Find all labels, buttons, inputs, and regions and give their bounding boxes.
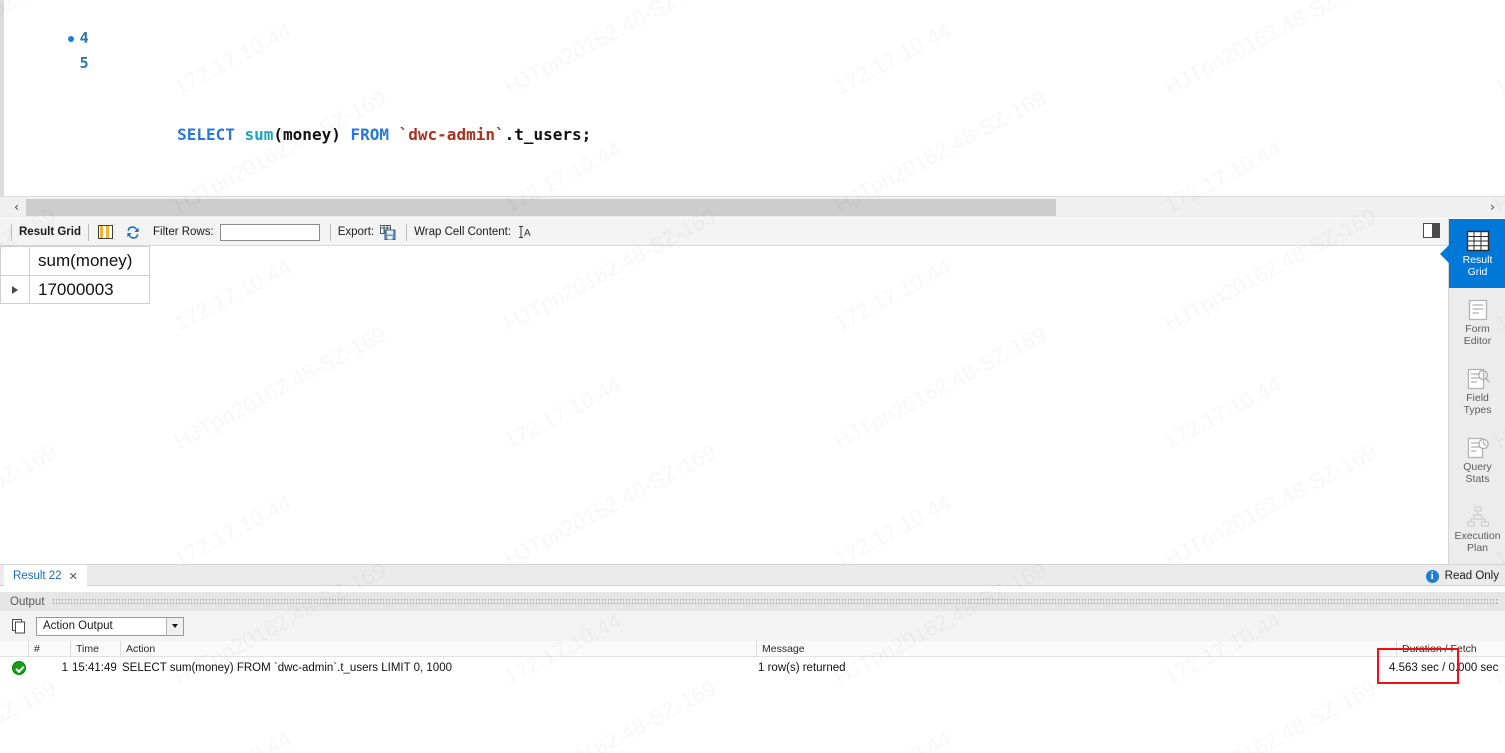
sql-token-table: .t_users;	[504, 125, 592, 144]
column-header-message[interactable]: Message	[756, 641, 1396, 657]
sidebar-item-label: Result Grid	[1462, 254, 1493, 278]
field-types-icon	[1465, 367, 1491, 391]
toolbar-divider	[406, 223, 408, 241]
line-number-4: 4	[79, 29, 89, 47]
row-selector[interactable]	[0, 275, 30, 304]
select-all-corner[interactable]	[0, 246, 30, 276]
export-label: Export:	[337, 226, 375, 238]
sql-statement: SELECT sum(money) FROM `dwc-admin`.t_use…	[100, 99, 591, 171]
output-panel-title: Output	[0, 595, 52, 608]
column-header-action[interactable]: Action	[120, 641, 756, 657]
column-header-duration[interactable]: Duration / Fetch	[1396, 641, 1505, 657]
refresh-icon[interactable]	[125, 225, 141, 240]
wrap-cell-content-label: Wrap Cell Content:	[414, 226, 512, 238]
column-header-time[interactable]: Time	[70, 641, 120, 657]
sidebar-item-label: Execution Plan	[1454, 530, 1501, 554]
filter-rows-label: Filter Rows:	[152, 226, 214, 238]
tab-label: Result 22	[13, 570, 62, 582]
execution-plan-icon	[1465, 505, 1491, 529]
result-grid-table: sum(money) 17000003	[0, 246, 150, 304]
table-row[interactable]: 1 15:41:49 SELECT sum(money) FROM `dwc-a…	[0, 657, 1505, 679]
sql-token-select: SELECT	[177, 125, 235, 144]
current-row-indicator-icon	[12, 285, 18, 294]
grid-view-icon[interactable]	[97, 225, 113, 239]
copy-icon[interactable]	[12, 618, 27, 634]
chevron-down-icon[interactable]	[166, 617, 183, 635]
cell-number: 1	[61, 662, 68, 674]
close-icon[interactable]: ✕	[69, 570, 78, 583]
result-grid-title: Result Grid	[19, 226, 81, 238]
column-header-number[interactable]: #	[28, 641, 70, 657]
svg-text:A: A	[524, 228, 531, 239]
status-badge: Read Only	[1444, 570, 1499, 582]
read-only-status: i Read Only	[1425, 565, 1499, 587]
tab-result-22[interactable]: Result 22 ✕	[4, 565, 87, 587]
action-output-header-row: # Time Action Message Duration / Fetch	[0, 641, 1505, 657]
result-tab-bar: Result 22 ✕ i Read Only	[0, 564, 1505, 587]
action-output-grid[interactable]: # Time Action Message Duration / Fetch 1…	[0, 641, 1505, 753]
output-panel-header: Output	[0, 592, 1505, 611]
output-toolbar: Action Output	[0, 611, 1505, 641]
toggle-side-panel-icon[interactable]	[1423, 223, 1440, 238]
output-header-divider	[51, 598, 1499, 605]
scrollbar-thumb[interactable]	[26, 199, 1056, 216]
sidebar-item-field-types[interactable]: Field Types	[1449, 357, 1505, 426]
cell-duration: 4.563 sec / 0.000 sec	[1389, 662, 1499, 674]
statement-marker-icon	[68, 36, 74, 42]
output-type-select[interactable]: Action Output	[36, 616, 184, 636]
line-number-5: 5	[79, 54, 89, 72]
sql-token-space2	[389, 125, 399, 144]
cell-message: 1 row(s) returned	[758, 662, 846, 674]
sidebar-item-label: Field Types	[1463, 392, 1492, 416]
cell-time: 15:41:49	[72, 662, 117, 674]
wrap-cell-icon[interactable]: A	[518, 225, 531, 239]
sql-token-sum: sum	[244, 125, 274, 144]
result-grid-header-row: sum(money)	[0, 246, 150, 276]
export-icon[interactable]	[380, 224, 396, 240]
cell-action: SELECT sum(money) FROM `dwc-admin`.t_use…	[122, 662, 452, 674]
output-type-value: Action Output	[43, 620, 113, 632]
scroll-right-arrow-icon[interactable]: ›	[1484, 197, 1501, 218]
info-icon: i	[1425, 569, 1439, 583]
sql-token-schema: `dwc-admin`	[398, 125, 505, 144]
table-row[interactable]: 17000003	[0, 275, 150, 304]
result-grid[interactable]: sum(money) 17000003	[0, 246, 1448, 564]
sidebar-item-execution-plan[interactable]: Execution Plan	[1449, 495, 1505, 564]
cell-sum-money[interactable]: 17000003	[29, 275, 150, 304]
result-view-tabs: Result Grid Form Editor Field Types Quer…	[1440, 219, 1505, 564]
result-grid-toolbar: Result Grid Filter Rows: Export: Wrap Ce…	[0, 219, 1448, 246]
sidebar-item-label: Query Stats	[1463, 461, 1492, 485]
sidebar-item-form-editor[interactable]: Form Editor	[1449, 288, 1505, 357]
query-stats-icon	[1465, 436, 1491, 460]
sql-token-args: (money)	[273, 125, 351, 144]
result-grid-empty-space	[0, 549, 1448, 564]
scroll-left-arrow-icon[interactable]: ‹	[8, 197, 25, 218]
sql-token-space1	[235, 125, 245, 144]
sql-editor[interactable]: 4 5 SELECT sum(money) FROM `dwc-admin`.t…	[0, 0, 1505, 196]
column-header-sum-money[interactable]: sum(money)	[29, 246, 150, 276]
filter-rows-input[interactable]	[219, 223, 320, 241]
toolbar-divider	[11, 223, 12, 241]
result-grid-icon	[1465, 229, 1491, 253]
sidebar-item-label: Form Editor	[1463, 323, 1492, 347]
success-check-icon	[12, 661, 26, 675]
sidebar-item-query-stats[interactable]: Query Stats	[1449, 426, 1505, 495]
sql-token-from: FROM	[350, 125, 389, 144]
editor-horizontal-scrollbar[interactable]: ‹ ›	[0, 196, 1505, 218]
toolbar-divider	[329, 223, 331, 241]
form-editor-icon	[1465, 298, 1491, 322]
sidebar-item-result-grid[interactable]: Result Grid	[1440, 219, 1505, 288]
toolbar-divider	[87, 223, 89, 241]
